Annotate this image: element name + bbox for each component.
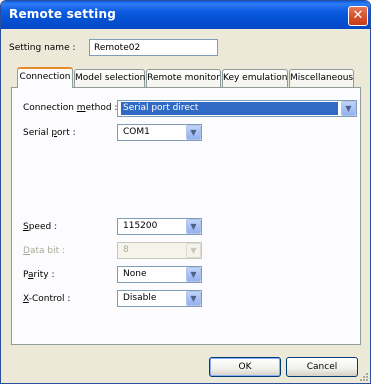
dropdown-button[interactable]: ▼ bbox=[186, 125, 201, 140]
connection-method-select[interactable]: Serial port direct ▼ bbox=[117, 100, 357, 117]
serial-port-label: Serial port : bbox=[23, 128, 76, 138]
title-bar[interactable]: Remote setting ✕ bbox=[1, 1, 370, 29]
close-icon: ✕ bbox=[352, 8, 364, 23]
resize-grip-icon[interactable] bbox=[359, 372, 369, 382]
parity-select[interactable]: None ▼ bbox=[117, 266, 202, 283]
dropdown-button[interactable]: ▼ bbox=[186, 267, 201, 282]
dropdown-button[interactable]: ▼ bbox=[341, 101, 356, 116]
chevron-down-icon: ▼ bbox=[190, 270, 197, 279]
chevron-down-icon: ▼ bbox=[190, 246, 197, 255]
speed-value: 115200 bbox=[123, 221, 158, 231]
chevron-down-icon: ▼ bbox=[190, 128, 197, 137]
remote-setting-dialog: Remote setting ✕ Setting name : Remote02… bbox=[0, 0, 371, 384]
speed-select[interactable]: 115200 ▼ bbox=[117, 218, 202, 235]
parity-label: Parity : bbox=[23, 270, 55, 280]
data-bit-select: 8 ▼ bbox=[117, 242, 202, 259]
ok-button[interactable]: OK bbox=[209, 357, 281, 377]
x-control-select[interactable]: Disable ▼ bbox=[117, 290, 202, 307]
cancel-button[interactable]: Cancel bbox=[286, 357, 358, 377]
x-control-label: X-Control : bbox=[23, 294, 71, 304]
connection-method-label: Connection method : bbox=[23, 103, 118, 113]
connection-method-value: Serial port direct bbox=[121, 102, 338, 115]
dropdown-button[interactable]: ▼ bbox=[186, 219, 201, 234]
serial-port-select[interactable]: COM1 ▼ bbox=[117, 124, 202, 141]
speed-label: Speed : bbox=[23, 222, 58, 232]
tab-remote-monitor[interactable]: Remote monitor bbox=[146, 69, 221, 87]
setting-name-input[interactable]: Remote02 bbox=[89, 39, 218, 56]
chevron-down-icon: ▼ bbox=[190, 294, 197, 303]
setting-name-label: Setting name : bbox=[9, 43, 76, 53]
x-control-value: Disable bbox=[123, 293, 157, 303]
data-bit-value: 8 bbox=[123, 245, 129, 255]
tab-connection[interactable]: Connection bbox=[17, 67, 73, 88]
dropdown-button: ▼ bbox=[186, 243, 201, 258]
window-title: Remote setting bbox=[9, 7, 116, 21]
data-bit-label: Data bit : bbox=[23, 246, 65, 256]
dropdown-button[interactable]: ▼ bbox=[186, 291, 201, 306]
chevron-down-icon: ▼ bbox=[190, 222, 197, 231]
tab-miscellaneous[interactable]: Miscellaneous bbox=[289, 69, 354, 87]
tab-model-selection[interactable]: Model selection bbox=[74, 69, 145, 87]
tab-key-emulation[interactable]: Key emulation bbox=[222, 69, 288, 87]
chevron-down-icon: ▼ bbox=[345, 104, 352, 113]
close-button[interactable]: ✕ bbox=[348, 6, 368, 26]
parity-value: None bbox=[123, 269, 147, 279]
serial-port-value: COM1 bbox=[123, 127, 150, 137]
